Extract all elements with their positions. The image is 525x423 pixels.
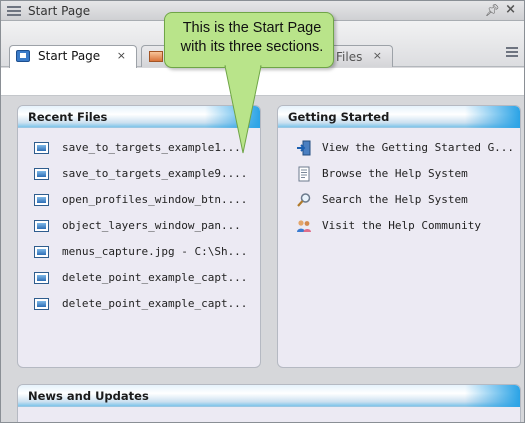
list-item[interactable]: save_to_targets_example9....: [34, 166, 260, 192]
people-icon: [297, 220, 311, 232]
list-item[interactable]: View the Getting Started G...: [296, 140, 520, 166]
image-file-icon: [34, 298, 49, 310]
start-page-icon: [16, 50, 30, 62]
getting-started-link[interactable]: Visit the Help Community: [322, 219, 481, 232]
arrow-door-icon: [297, 140, 311, 156]
callout-text: This is the Start Page with its three se…: [173, 19, 331, 57]
tab-menu-icon[interactable]: [506, 47, 518, 61]
getting-started-panel: Getting Started View the Getting Started…: [277, 105, 521, 368]
annotation-callout: This is the Start Page with its three se…: [164, 12, 334, 68]
list-item[interactable]: delete_point_example_capt...: [34, 296, 260, 322]
panel-title: Getting Started: [288, 110, 390, 124]
document-icon: [298, 166, 310, 182]
tab-close-icon[interactable]: ×: [117, 49, 126, 62]
callout-pointer: [224, 65, 262, 154]
header-accent: [465, 106, 520, 128]
panel-header: Getting Started: [278, 106, 520, 128]
list-item[interactable]: menus_capture.jpg - C:\Sh...: [34, 244, 260, 270]
callout-line: with its three sections.: [180, 39, 324, 55]
list-item[interactable]: object_layers_window_pan...: [34, 218, 260, 244]
list-item[interactable]: Browse the Help System: [296, 166, 520, 192]
panel-header: News and Updates: [18, 385, 520, 407]
image-file-icon: [34, 168, 49, 180]
getting-started-link[interactable]: Search the Help System: [322, 193, 468, 206]
file-name[interactable]: save_to_targets_example1...: [62, 141, 241, 154]
tab-label: Files: [336, 50, 363, 64]
tab-start-page[interactable]: Start Page ×: [9, 45, 137, 68]
image-file-icon: [149, 51, 163, 62]
getting-started-link[interactable]: Browse the Help System: [322, 167, 468, 180]
panel-title: Recent Files: [28, 110, 108, 124]
list-item[interactable]: delete_point_example_capt...: [34, 270, 260, 296]
image-file-icon: [34, 246, 49, 258]
recent-files-list: save_to_targets_example1... save_to_targ…: [18, 128, 260, 322]
image-file-icon: [34, 194, 49, 206]
getting-started-link[interactable]: View the Getting Started G...: [322, 141, 514, 154]
window-title: Start Page: [28, 4, 91, 18]
file-name[interactable]: delete_point_example_capt...: [62, 297, 247, 310]
callout-line: This is the Start Page: [182, 20, 322, 36]
image-file-icon: [34, 272, 49, 284]
tab-close-icon[interactable]: ×: [373, 49, 382, 62]
list-item[interactable]: Search the Help System: [296, 192, 520, 218]
list-item[interactable]: Visit the Help Community: [296, 218, 520, 244]
tab-label: Start Page: [38, 49, 101, 63]
news-and-updates-panel: News and Updates: [17, 384, 521, 422]
file-name[interactable]: menus_capture.jpg - C:\Sh...: [62, 245, 247, 258]
image-file-icon: [34, 142, 49, 154]
pin-icon[interactable]: 📌︎: [485, 3, 500, 17]
getting-started-list: View the Getting Started G... Browse the…: [278, 128, 520, 244]
panel-title: News and Updates: [28, 389, 149, 403]
list-item[interactable]: open_profiles_window_btn....: [34, 192, 260, 218]
image-file-icon: [34, 220, 49, 232]
file-name[interactable]: open_profiles_window_btn....: [62, 193, 247, 206]
close-window-icon[interactable]: ×: [505, 2, 516, 17]
header-accent: [465, 385, 520, 407]
grip-icon[interactable]: [7, 6, 21, 16]
magnifier-icon: [297, 193, 311, 207]
file-name[interactable]: save_to_targets_example9....: [62, 167, 247, 180]
start-page-window: Start Page 📌︎ × Start Page × Files × Rec…: [0, 0, 525, 423]
file-name[interactable]: object_layers_window_pan...: [62, 219, 241, 232]
file-name[interactable]: delete_point_example_capt...: [62, 271, 247, 284]
